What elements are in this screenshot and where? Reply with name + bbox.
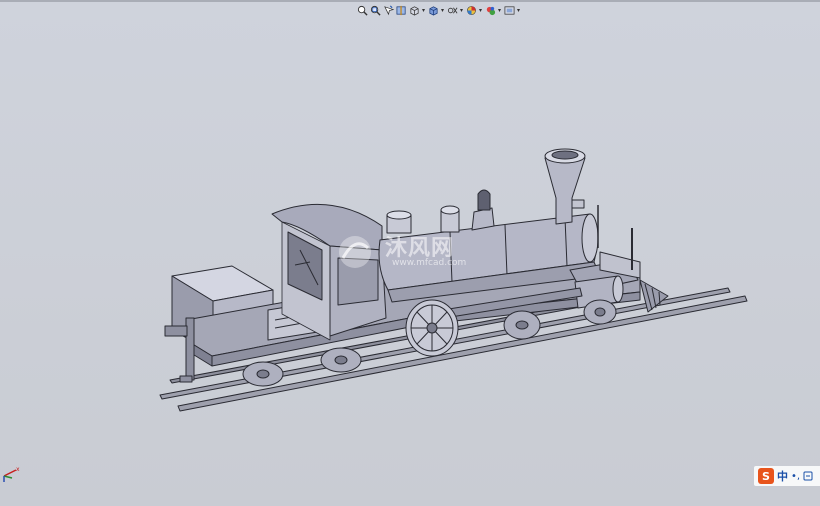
triad-x-label: x [16, 466, 20, 473]
reference-triad-icon: x [3, 466, 20, 482]
ime-mode-toggle[interactable]: 中 [777, 468, 788, 484]
front-wheel-1 [503, 310, 541, 340]
watermark-logo [339, 236, 371, 268]
rear-coupling [164, 317, 195, 383]
rear-wheel-1 [242, 361, 284, 387]
ime-logo-icon[interactable]: S [758, 468, 774, 484]
ime-status-bar[interactable]: S 中 •, [754, 466, 820, 486]
ime-menu-icon[interactable] [803, 470, 813, 482]
watermark-url: www.mfcad.com [392, 258, 467, 268]
steam-domes [386, 189, 495, 234]
spoked-driver-wheel [405, 299, 459, 357]
rear-wheel-2 [320, 347, 362, 373]
ime-punctuation-toggle[interactable]: •, [791, 471, 800, 482]
locomotive-chimney [544, 148, 586, 225]
steam-locomotive-model[interactable] [159, 148, 748, 412]
front-wheel-2 [583, 299, 617, 325]
